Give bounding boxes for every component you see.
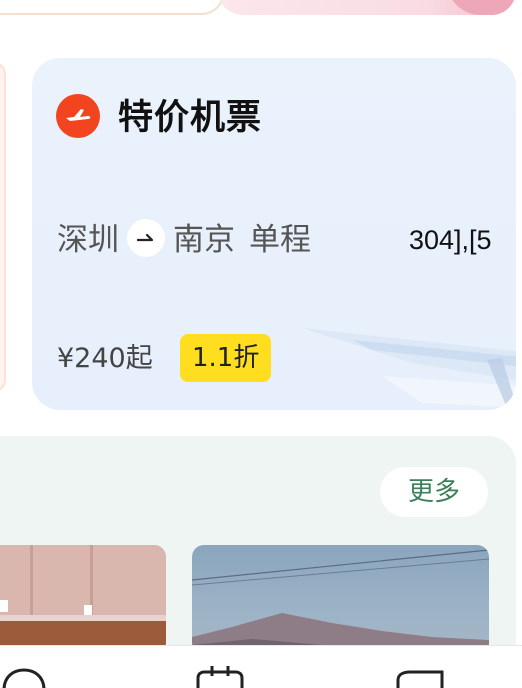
flight-price: ¥240起 <box>57 343 153 374</box>
interior-photo <box>0 545 166 655</box>
trip-type: 单程 <box>249 222 311 258</box>
raw-code-fragment: 304],[5 <box>409 225 492 255</box>
bottom-tab-bar <box>0 645 522 688</box>
discount-badge: 1.1折 <box>180 334 272 382</box>
route-from: 深圳 <box>57 222 119 258</box>
flight-deal-card[interactable]: 特价机票 深圳 南京 单程 304],[5 ¥240起 1.1折 <box>32 58 516 410</box>
photo-card-landscape[interactable] <box>192 545 489 655</box>
airplane-icon <box>56 94 100 138</box>
chat-icon[interactable] <box>0 666 48 688</box>
route-to: 南京 <box>173 222 235 258</box>
top-card-right[interactable] <box>216 0 516 15</box>
top-card-left[interactable] <box>0 0 224 15</box>
flight-route: 深圳 南京 单程 <box>57 218 311 262</box>
photo-card-interior[interactable] <box>0 545 166 655</box>
flight-card-title: 特价机票 <box>118 98 263 138</box>
more-button[interactable]: 更多 <box>380 467 488 517</box>
card-icon[interactable] <box>394 666 448 688</box>
plane-wing-illustration <box>302 328 516 408</box>
arrow-right-icon <box>127 219 165 257</box>
top-card-decoration <box>446 0 516 15</box>
bag-icon[interactable] <box>190 666 250 688</box>
landscape-photo <box>192 549 489 655</box>
left-card-peek[interactable] <box>0 62 6 392</box>
